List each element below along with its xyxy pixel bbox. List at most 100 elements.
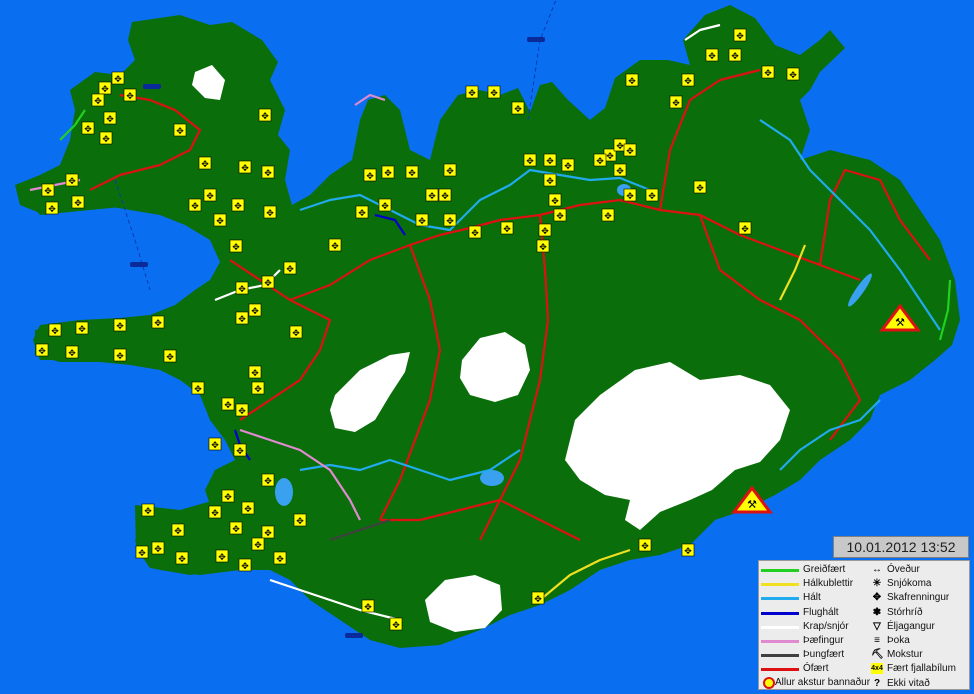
road-condition-sign-icon[interactable]: ✥	[543, 153, 557, 167]
road-condition-sign-icon[interactable]: ✥	[229, 239, 243, 253]
road-condition-sign-icon[interactable]: ✥	[638, 538, 652, 552]
road-condition-sign-icon[interactable]: ✥	[443, 213, 457, 227]
road-condition-sign-icon[interactable]: ✥	[681, 543, 695, 557]
road-condition-sign-icon[interactable]: ✥	[361, 599, 375, 613]
road-condition-sign-icon[interactable]: ✥	[328, 238, 342, 252]
road-condition-sign-icon[interactable]: ✥	[728, 48, 742, 62]
road-condition-sign-icon[interactable]: ✥	[738, 221, 752, 235]
road-condition-sign-icon[interactable]: ✥	[623, 188, 637, 202]
road-condition-sign-icon[interactable]: ✥	[35, 343, 49, 357]
road-condition-sign-icon[interactable]: ✥	[151, 541, 165, 555]
road-condition-sign-icon[interactable]: ✥	[593, 153, 607, 167]
road-condition-sign-icon[interactable]: ✥	[188, 198, 202, 212]
road-condition-sign-icon[interactable]: ✥	[229, 521, 243, 535]
road-condition-sign-icon[interactable]: ✥	[465, 85, 479, 99]
road-condition-sign-icon[interactable]: ✥	[389, 617, 403, 631]
road-condition-sign-icon[interactable]: ✥	[613, 163, 627, 177]
road-condition-sign-icon[interactable]: ✥	[98, 81, 112, 95]
road-condition-sign-icon[interactable]: ✥	[273, 551, 287, 565]
road-condition-sign-icon[interactable]: ✥	[405, 165, 419, 179]
road-condition-sign-icon[interactable]: ✥	[601, 208, 615, 222]
road-condition-sign-icon[interactable]: ✥	[705, 48, 719, 62]
road-condition-sign-icon[interactable]: ✥	[536, 239, 550, 253]
road-condition-sign-icon[interactable]: ✥	[238, 160, 252, 174]
road-condition-sign-icon[interactable]: ✥	[733, 28, 747, 42]
road-condition-sign-icon[interactable]: ✥	[625, 73, 639, 87]
road-condition-sign-icon[interactable]: ✥	[81, 121, 95, 135]
road-condition-sign-icon[interactable]: ✥	[248, 365, 262, 379]
road-condition-sign-icon[interactable]: ✥	[65, 173, 79, 187]
road-condition-sign-icon[interactable]: ✥	[141, 503, 155, 517]
road-condition-sign-icon[interactable]: ✥	[251, 381, 265, 395]
road-condition-sign-icon[interactable]: ✥	[111, 71, 125, 85]
road-condition-sign-icon[interactable]: ✥	[511, 101, 525, 115]
road-condition-sign-icon[interactable]: ✥	[41, 183, 55, 197]
road-condition-sign-icon[interactable]: ✥	[548, 193, 562, 207]
road-condition-sign-icon[interactable]: ✥	[531, 591, 545, 605]
road-condition-sign-icon[interactable]: ✥	[500, 221, 514, 235]
road-condition-sign-icon[interactable]: ✥	[283, 261, 297, 275]
road-condition-sign-icon[interactable]: ✥	[75, 321, 89, 335]
road-condition-sign-icon[interactable]: ✥	[363, 168, 377, 182]
road-condition-sign-icon[interactable]: ✥	[171, 523, 185, 537]
road-condition-sign-icon[interactable]: ✥	[553, 208, 567, 222]
road-condition-sign-icon[interactable]: ✥	[241, 501, 255, 515]
road-condition-sign-icon[interactable]: ✥	[355, 205, 369, 219]
road-condition-sign-icon[interactable]: ✥	[113, 318, 127, 332]
road-condition-sign-icon[interactable]: ✥	[151, 315, 165, 329]
road-condition-sign-icon[interactable]: ✥	[523, 153, 537, 167]
road-condition-sign-icon[interactable]: ✥	[235, 281, 249, 295]
road-condition-sign-icon[interactable]: ✥	[238, 558, 252, 572]
road-condition-sign-icon[interactable]: ✥	[233, 443, 247, 457]
road-condition-sign-icon[interactable]: ✥	[538, 223, 552, 237]
road-condition-sign-icon[interactable]: ✥	[623, 143, 637, 157]
road-condition-sign-icon[interactable]: ✥	[45, 201, 59, 215]
road-condition-sign-icon[interactable]: ✥	[235, 403, 249, 417]
road-condition-sign-icon[interactable]: ✥	[203, 188, 217, 202]
road-condition-sign-icon[interactable]: ✥	[543, 173, 557, 187]
road-condition-sign-icon[interactable]: ✥	[561, 158, 575, 172]
road-condition-sign-icon[interactable]: ✥	[48, 323, 62, 337]
road-condition-sign-icon[interactable]: ✥	[235, 311, 249, 325]
road-condition-sign-icon[interactable]: ✥	[251, 537, 265, 551]
road-condition-sign-icon[interactable]: ✥	[378, 198, 392, 212]
road-condition-sign-icon[interactable]: ✥	[261, 525, 275, 539]
road-condition-sign-icon[interactable]: ✥	[231, 198, 245, 212]
road-condition-sign-icon[interactable]: ✥	[215, 549, 229, 563]
road-condition-sign-icon[interactable]: ✥	[208, 437, 222, 451]
road-condition-sign-icon[interactable]: ✥	[163, 349, 177, 363]
road-condition-sign-icon[interactable]: ✥	[123, 88, 137, 102]
road-condition-sign-icon[interactable]: ✥	[191, 381, 205, 395]
road-condition-sign-icon[interactable]: ✥	[198, 156, 212, 170]
road-condition-sign-icon[interactable]: ✥	[263, 205, 277, 219]
road-condition-sign-icon[interactable]: ✥	[293, 513, 307, 527]
road-condition-sign-icon[interactable]: ✥	[669, 95, 683, 109]
road-condition-sign-icon[interactable]: ✥	[261, 275, 275, 289]
road-condition-sign-icon[interactable]: ✥	[415, 213, 429, 227]
road-condition-sign-icon[interactable]: ✥	[487, 85, 501, 99]
road-condition-sign-icon[interactable]: ✥	[248, 303, 262, 317]
road-condition-sign-icon[interactable]: ✥	[221, 397, 235, 411]
road-condition-sign-icon[interactable]: ✥	[103, 111, 117, 125]
road-condition-sign-icon[interactable]: ✥	[261, 473, 275, 487]
road-condition-sign-icon[interactable]: ✥	[208, 505, 222, 519]
road-condition-sign-icon[interactable]: ✥	[65, 345, 79, 359]
road-condition-sign-icon[interactable]: ✥	[91, 93, 105, 107]
road-condition-sign-icon[interactable]: ✥	[438, 188, 452, 202]
road-condition-sign-icon[interactable]: ✥	[681, 73, 695, 87]
road-condition-sign-icon[interactable]: ✥	[261, 165, 275, 179]
road-condition-sign-icon[interactable]: ✥	[221, 489, 235, 503]
road-condition-sign-icon[interactable]: ✥	[173, 123, 187, 137]
road-condition-sign-icon[interactable]: ✥	[213, 213, 227, 227]
road-condition-sign-icon[interactable]: ✥	[258, 108, 272, 122]
road-condition-sign-icon[interactable]: ✥	[289, 325, 303, 339]
road-condition-sign-icon[interactable]: ✥	[425, 188, 439, 202]
road-condition-sign-icon[interactable]: ✥	[99, 131, 113, 145]
road-condition-sign-icon[interactable]: ✥	[693, 180, 707, 194]
road-condition-sign-icon[interactable]: ✥	[381, 165, 395, 179]
road-condition-sign-icon[interactable]: ✥	[135, 545, 149, 559]
road-condition-sign-icon[interactable]: ✥	[443, 163, 457, 177]
road-condition-sign-icon[interactable]: ✥	[175, 551, 189, 565]
road-condition-sign-icon[interactable]: ✥	[113, 348, 127, 362]
road-condition-sign-icon[interactable]: ✥	[645, 188, 659, 202]
